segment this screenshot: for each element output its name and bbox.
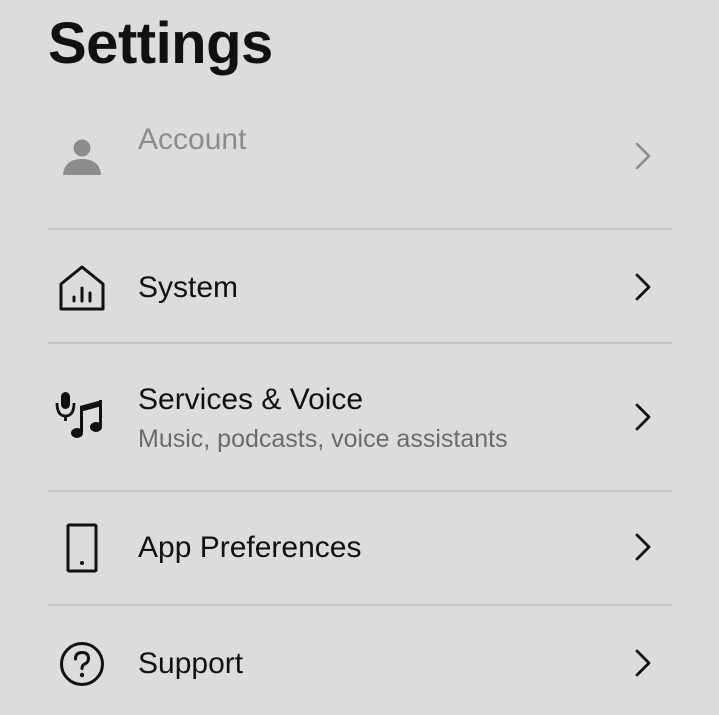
chevron-right-icon <box>628 527 658 567</box>
chevron-right-icon <box>628 643 658 683</box>
chevron-right-icon <box>628 136 658 176</box>
settings-item-label: Account <box>138 123 247 156</box>
settings-item-account[interactable]: Account <box>0 122 719 228</box>
phone-icon <box>52 518 112 578</box>
chevron-right-icon <box>628 397 658 437</box>
settings-item-support[interactable]: Support <box>0 606 719 715</box>
settings-item-app-preferences[interactable]: App Preferences <box>0 492 719 604</box>
chevron-right-icon <box>628 267 658 307</box>
settings-item-label: Support <box>138 647 244 680</box>
settings-list: Account System Services & Voice Music, p… <box>0 0 719 715</box>
settings-item-system[interactable]: System <box>0 230 719 342</box>
settings-item-subtitle: Music, podcasts, voice assistants <box>138 425 508 453</box>
help-circle-icon <box>52 634 112 694</box>
settings-item-label: Services & Voice <box>138 383 364 416</box>
settings-item-services-voice[interactable]: Services & Voice Music, podcasts, voice … <box>0 344 719 490</box>
settings-item-label: App Preferences <box>138 531 362 564</box>
home-stats-icon <box>52 258 112 318</box>
settings-item-label: System <box>138 271 239 304</box>
mic-music-icon <box>52 386 112 446</box>
person-icon <box>52 126 112 186</box>
